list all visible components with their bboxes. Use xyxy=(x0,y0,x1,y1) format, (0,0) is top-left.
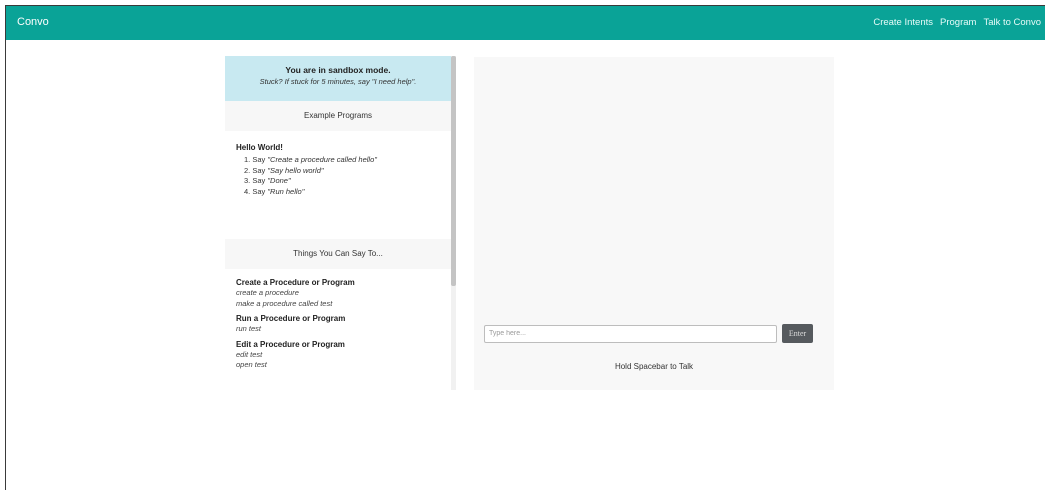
command-group: Run a Procedure or Program run test xyxy=(225,309,451,335)
help-panel: You are in sandbox mode. Stuck? If stuck… xyxy=(225,56,451,390)
command-example: run test xyxy=(236,324,262,333)
command-example: make a procedure called test xyxy=(236,298,333,308)
command-example: create a procedure xyxy=(236,288,299,297)
example-steps: 1. Say "Create a procedure called hello"… xyxy=(236,155,451,197)
brand-link[interactable]: Convo xyxy=(17,16,49,28)
list-item: 3. Say "Done" xyxy=(244,176,291,185)
nav-program[interactable]: Program xyxy=(940,17,976,28)
command-example: open test xyxy=(236,360,267,369)
example-programs-header: Example Programs xyxy=(225,101,451,131)
sandbox-notice: You are in sandbox mode. Stuck? If stuck… xyxy=(225,56,451,101)
list-item: 1. Say "Create a procedure called hello" xyxy=(244,155,377,164)
example-program: Hello World! 1. Say "Create a procedure … xyxy=(225,131,451,227)
sandbox-subtitle: Stuck? If stuck for 5 minutes, say "I ne… xyxy=(259,77,417,86)
chat-panel: Enter Hold Spacebar to Talk xyxy=(474,57,834,390)
command-title: Edit a Procedure or Program xyxy=(236,339,345,349)
things-you-can-say-header: Things You Can Say To... xyxy=(225,239,451,269)
command-title: Create a Procedure or Program xyxy=(236,278,355,287)
list-item: 2. Say "Say hello world" xyxy=(244,165,324,175)
command-example: edit test xyxy=(236,349,263,359)
command-title: Run a Procedure or Program xyxy=(236,314,346,323)
chat-input-row: Enter xyxy=(484,324,813,343)
nav-create-intents[interactable]: Create Intents xyxy=(873,17,933,28)
enter-button[interactable]: Enter xyxy=(782,324,813,343)
list-item: 4. Say "Run hello" xyxy=(244,186,305,196)
chat-input[interactable] xyxy=(484,324,777,343)
scrollbar-thumb[interactable] xyxy=(451,56,456,286)
nav-talk-to-convo[interactable]: Talk to Convo xyxy=(983,17,1041,28)
nav-links: Create Intents Program Talk to Convo xyxy=(873,17,1041,28)
hold-spacebar-hint: Hold Spacebar to Talk xyxy=(614,362,694,371)
command-group: Edit a Procedure or Program edit test op… xyxy=(225,335,451,371)
navbar: Convo Create Intents Program Talk to Con… xyxy=(6,6,1045,40)
example-program-title: Hello World! xyxy=(236,143,283,152)
command-group: Create a Procedure or Program create a p… xyxy=(225,269,451,309)
help-panel-scrollbar[interactable] xyxy=(451,56,456,390)
sandbox-title: You are in sandbox mode. xyxy=(285,65,391,75)
